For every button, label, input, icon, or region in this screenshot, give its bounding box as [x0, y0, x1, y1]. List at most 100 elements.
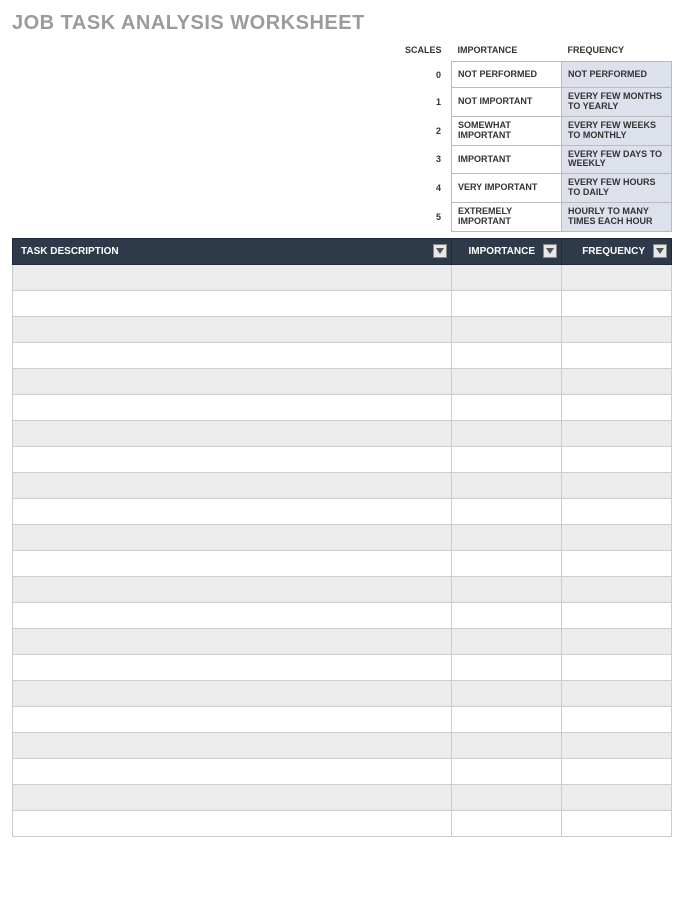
importance-cell[interactable]: [452, 472, 562, 498]
task-cell[interactable]: [13, 342, 452, 368]
scale-frequency-cell: EVERY FEW HOURS TO DAILY: [562, 174, 672, 203]
frequency-cell[interactable]: [562, 602, 672, 628]
importance-cell[interactable]: [452, 576, 562, 602]
task-cell[interactable]: [13, 290, 452, 316]
task-cell[interactable]: [13, 498, 452, 524]
task-cell[interactable]: [13, 784, 452, 810]
table-row: [13, 628, 672, 654]
importance-cell[interactable]: [452, 680, 562, 706]
importance-cell[interactable]: [452, 524, 562, 550]
frequency-cell[interactable]: [562, 524, 672, 550]
importance-cell[interactable]: [452, 446, 562, 472]
importance-cell[interactable]: [452, 810, 562, 836]
scale-importance-cell: EXTREMELY IMPORTANT: [452, 203, 562, 232]
importance-cell[interactable]: [452, 758, 562, 784]
table-row: [13, 524, 672, 550]
frequency-cell[interactable]: [562, 654, 672, 680]
importance-cell[interactable]: [452, 654, 562, 680]
task-cell[interactable]: [13, 394, 452, 420]
importance-cell[interactable]: [452, 602, 562, 628]
scale-number: 5: [392, 203, 452, 232]
importance-cell[interactable]: [452, 394, 562, 420]
frequency-cell[interactable]: [562, 810, 672, 836]
frequency-cell[interactable]: [562, 316, 672, 342]
scale-number: 0: [392, 62, 452, 88]
scale-number: 4: [392, 174, 452, 203]
frequency-cell[interactable]: [562, 706, 672, 732]
filter-dropdown-icon[interactable]: [653, 244, 667, 258]
page-title: JOB TASK ANALYSIS WORKSHEET: [12, 12, 672, 35]
task-cell[interactable]: [13, 810, 452, 836]
task-cell[interactable]: [13, 628, 452, 654]
task-cell[interactable]: [13, 524, 452, 550]
col-header-task[interactable]: TASK DESCRIPTION: [13, 238, 452, 264]
task-cell[interactable]: [13, 680, 452, 706]
frequency-cell[interactable]: [562, 758, 672, 784]
table-row: [13, 394, 672, 420]
table-row: [13, 498, 672, 524]
filter-dropdown-icon[interactable]: [543, 244, 557, 258]
task-cell[interactable]: [13, 550, 452, 576]
frequency-cell[interactable]: [562, 732, 672, 758]
table-row: [13, 602, 672, 628]
frequency-cell[interactable]: [562, 472, 672, 498]
table-row: [13, 732, 672, 758]
table-row: [13, 446, 672, 472]
filter-dropdown-icon[interactable]: [433, 244, 447, 258]
frequency-cell[interactable]: [562, 394, 672, 420]
task-cell[interactable]: [13, 420, 452, 446]
table-row: [13, 576, 672, 602]
table-row: [13, 472, 672, 498]
frequency-cell[interactable]: [562, 576, 672, 602]
table-row: [13, 316, 672, 342]
scales-header-importance: IMPORTANCE: [452, 41, 562, 62]
scale-frequency-cell: HOURLY TO MANY TIMES EACH HOUR: [562, 203, 672, 232]
task-cell[interactable]: [13, 758, 452, 784]
task-cell[interactable]: [13, 602, 452, 628]
scale-importance-cell: SOMEWHAT IMPORTANT: [452, 116, 562, 145]
importance-cell[interactable]: [452, 498, 562, 524]
frequency-cell[interactable]: [562, 264, 672, 290]
task-cell[interactable]: [13, 576, 452, 602]
task-cell[interactable]: [13, 368, 452, 394]
importance-cell[interactable]: [452, 316, 562, 342]
task-cell[interactable]: [13, 446, 452, 472]
frequency-cell[interactable]: [562, 784, 672, 810]
scale-importance-cell: NOT PERFORMED: [452, 62, 562, 88]
frequency-cell[interactable]: [562, 680, 672, 706]
task-cell[interactable]: [13, 316, 452, 342]
importance-cell[interactable]: [452, 368, 562, 394]
importance-cell[interactable]: [452, 290, 562, 316]
importance-cell[interactable]: [452, 264, 562, 290]
task-cell[interactable]: [13, 472, 452, 498]
importance-cell[interactable]: [452, 784, 562, 810]
frequency-cell[interactable]: [562, 420, 672, 446]
importance-cell[interactable]: [452, 706, 562, 732]
task-cell[interactable]: [13, 706, 452, 732]
importance-cell[interactable]: [452, 342, 562, 368]
table-row: [13, 368, 672, 394]
col-header-importance[interactable]: IMPORTANCE: [452, 238, 562, 264]
task-cell[interactable]: [13, 264, 452, 290]
frequency-cell[interactable]: [562, 550, 672, 576]
importance-cell[interactable]: [452, 732, 562, 758]
scales-table: SCALES IMPORTANCE FREQUENCY 0NOT PERFORM…: [392, 41, 673, 232]
task-cell[interactable]: [13, 732, 452, 758]
importance-cell[interactable]: [452, 420, 562, 446]
frequency-cell[interactable]: [562, 498, 672, 524]
frequency-cell[interactable]: [562, 368, 672, 394]
table-row: [13, 784, 672, 810]
frequency-cell[interactable]: [562, 446, 672, 472]
frequency-cell[interactable]: [562, 342, 672, 368]
scale-frequency-cell: EVERY FEW WEEKS TO MONTHLY: [562, 116, 672, 145]
table-row: [13, 758, 672, 784]
table-row: [13, 654, 672, 680]
scale-frequency-cell: EVERY FEW DAYS TO WEEKLY: [562, 145, 672, 174]
frequency-cell[interactable]: [562, 290, 672, 316]
table-row: [13, 342, 672, 368]
importance-cell[interactable]: [452, 550, 562, 576]
importance-cell[interactable]: [452, 628, 562, 654]
task-cell[interactable]: [13, 654, 452, 680]
col-header-frequency[interactable]: FREQUENCY: [562, 238, 672, 264]
frequency-cell[interactable]: [562, 628, 672, 654]
